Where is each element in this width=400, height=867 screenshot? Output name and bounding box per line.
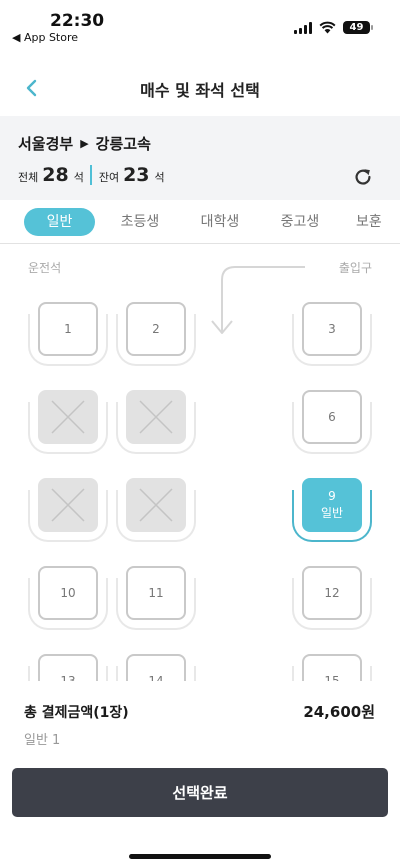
seat-passenger-type: 일반 (320, 506, 344, 520)
cellular-signal-icon (294, 21, 312, 34)
seat-number[interactable]: 14 (126, 654, 186, 681)
refresh-icon[interactable] (352, 166, 374, 188)
tab-veterans[interactable]: 보훈 (356, 208, 400, 236)
seat-5-taken (116, 390, 196, 454)
tab-middle-high[interactable]: 중고생 (272, 208, 328, 236)
route-info-panel: 서울경부 ▶ 강릉고속 전체 28 석 잔여 23 석 (0, 116, 400, 200)
route-arrow-icon: ▶ (80, 137, 89, 150)
seat-2[interactable]: 2 (116, 302, 196, 366)
battery-icon: 49 (343, 21, 373, 34)
seat-6[interactable]: 6 (292, 390, 372, 454)
seat-taken-box (38, 390, 98, 444)
seat-7-taken (28, 478, 108, 542)
seat-number[interactable]: 2 (126, 302, 186, 356)
seat-3[interactable]: 3 (292, 302, 372, 366)
remaining-seats-label: 잔여 (98, 171, 120, 184)
seat-number[interactable]: 6 (302, 390, 362, 444)
arrival-terminal: 강릉고속 (95, 135, 151, 153)
seat-13[interactable]: 13 (28, 654, 108, 681)
seat-number[interactable]: 11 (126, 566, 186, 620)
seat-number[interactable]: 15 (302, 654, 362, 681)
page-title: 매수 및 좌석 선택 (140, 81, 260, 100)
total-seats-label: 전체 (18, 171, 39, 184)
wifi-icon (319, 21, 336, 34)
seat-11[interactable]: 11 (116, 566, 196, 630)
total-price-label: 총 결제금액(1장) (24, 705, 129, 721)
seat-taken-box (126, 478, 186, 532)
total-seats-unit: 석 (73, 171, 84, 184)
total-price-amount: 24,600원 (303, 703, 375, 721)
confirm-selection-button[interactable]: 선택완료 (12, 768, 388, 817)
seat-number[interactable]: 12 (302, 566, 362, 620)
driver-seat-label: 운전석 (28, 261, 62, 275)
seat-taken-box (38, 478, 98, 532)
remaining-seats-count: 23 (123, 164, 150, 186)
seat-taken-box (126, 390, 186, 444)
ticket-breakdown: 일반 1 (24, 733, 61, 748)
entrance-label: 출입구 (338, 261, 372, 275)
seat-1[interactable]: 1 (28, 302, 108, 366)
status-icons: 49 (294, 21, 373, 34)
seat-number[interactable]: 10 (38, 566, 98, 620)
seat-12[interactable]: 12 (292, 566, 372, 630)
status-time: 22:30 (50, 11, 105, 31)
occupied-x-icon (51, 400, 85, 434)
occupied-x-icon (139, 488, 173, 522)
passenger-type-tabs: 일반 초등생 대학생 중고생 보훈 (0, 200, 400, 244)
tab-elementary[interactable]: 초등생 (112, 208, 168, 236)
back-to-app-store-link[interactable]: ◀ App Store (12, 31, 78, 44)
occupied-x-icon (139, 400, 173, 434)
seat-number[interactable]: 1 (38, 302, 98, 356)
nav-header: 매수 및 좌석 선택 (0, 62, 400, 114)
seat-10[interactable]: 10 (28, 566, 108, 630)
seat-number: 9 (328, 489, 336, 503)
counts-divider (89, 165, 92, 185)
tab-general[interactable]: 일반 (24, 208, 95, 236)
seat-8-taken (116, 478, 196, 542)
remaining-seats-unit: 석 (154, 171, 165, 184)
route-line: 서울경부 ▶ 강릉고속 (18, 133, 151, 154)
seat-map: 운전석 출입구 1 2 3 6 9 일반 10 11 12 13 14 15 (0, 245, 400, 681)
seat-9-selected[interactable]: 9 일반 (292, 478, 372, 542)
home-indicator[interactable] (129, 854, 271, 859)
tab-university[interactable]: 대학생 (192, 208, 248, 236)
occupied-x-icon (51, 488, 85, 522)
seat-4-taken (28, 390, 108, 454)
seat-number[interactable]: 3 (302, 302, 362, 356)
total-seats-count: 28 (42, 164, 69, 186)
seat-15[interactable]: 15 (292, 654, 372, 681)
status-bar: 22:30 ◀ App Store 49 (0, 0, 400, 50)
seat-14[interactable]: 14 (116, 654, 196, 681)
seat-number[interactable]: 13 (38, 654, 98, 681)
seat-counts: 전체 28 석 잔여 23 석 (18, 164, 165, 186)
seat-selected-box[interactable]: 9 일반 (302, 478, 362, 532)
departure-terminal: 서울경부 (18, 135, 74, 153)
